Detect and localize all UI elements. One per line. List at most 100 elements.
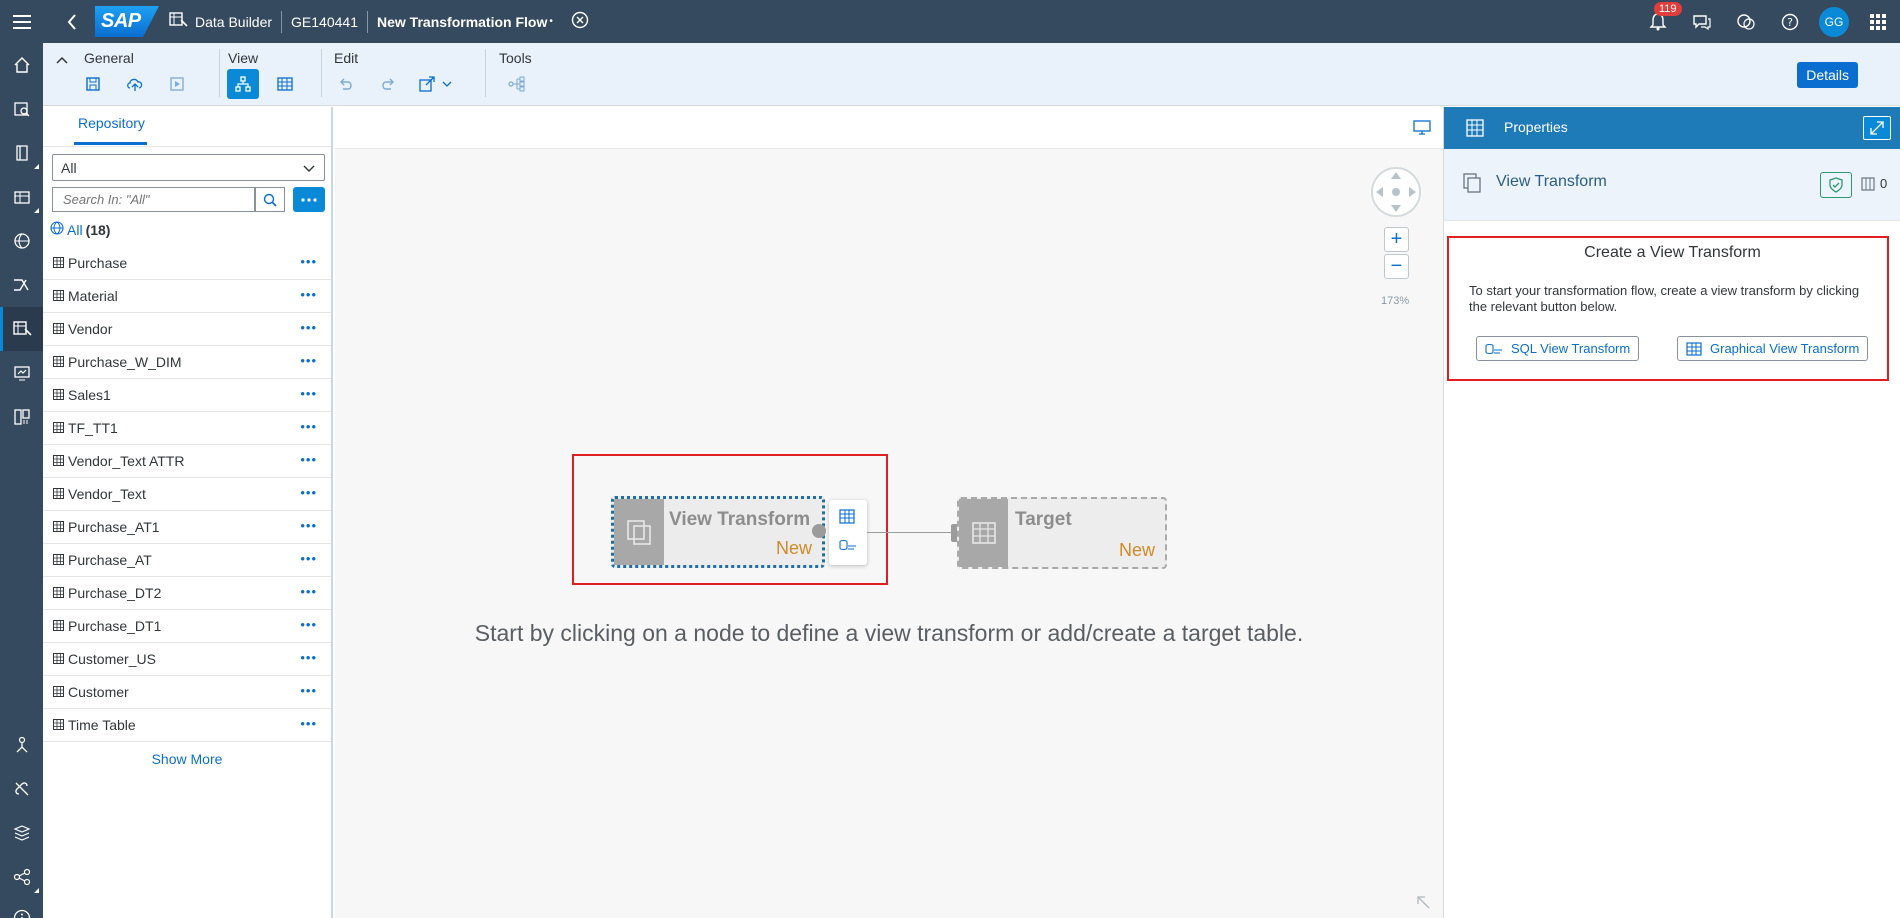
list-item[interactable]: Purchase_AT ••• <box>43 544 331 577</box>
repository-filter-select[interactable]: All <box>52 154 325 181</box>
more-options-icon[interactable]: ••• <box>300 386 317 401</box>
target-node[interactable]: Target New <box>957 497 1167 569</box>
menu-icon[interactable] <box>0 0 43 43</box>
save-icon[interactable] <box>77 69 109 99</box>
list-item-label: Customer <box>68 684 129 700</box>
more-options-icon[interactable]: ••• <box>300 254 317 269</box>
diagram-canvas[interactable]: + − 173% Start by clicking on a node to … <box>335 107 1443 918</box>
more-options-icon[interactable]: ••• <box>300 287 317 302</box>
catalog-search-icon[interactable] <box>0 87 43 131</box>
canvas-header <box>335 107 1443 149</box>
data-access-controls-icon[interactable] <box>0 351 43 395</box>
list-item[interactable]: Purchase_W_DIM ••• <box>43 346 331 379</box>
repository-explorer-icon[interactable] <box>0 131 43 175</box>
more-options-icon[interactable]: ••• <box>300 485 317 500</box>
user-avatar[interactable]: GG <box>1812 0 1856 43</box>
story-icon[interactable] <box>0 395 43 439</box>
graphical-view-transform-button[interactable]: Graphical View Transform <box>1677 336 1869 361</box>
space-name[interactable]: GE140441 <box>291 14 358 30</box>
table-icon <box>53 618 64 634</box>
more-options-icon[interactable]: ••• <box>300 419 317 434</box>
create-view-transform-description: To start your transformation flow, creat… <box>1469 283 1860 314</box>
space-management-icon[interactable] <box>0 811 43 855</box>
feedback-icon[interactable] <box>1680 0 1724 43</box>
sql-view-transform-button[interactable]: SQL View Transform <box>1476 336 1640 361</box>
zoom-in-button[interactable]: + <box>1384 227 1409 252</box>
export-icon[interactable] <box>414 69 458 99</box>
more-options-icon[interactable]: ••• <box>300 617 317 632</box>
share-icon[interactable] <box>0 855 43 899</box>
more-options-icon[interactable]: ••• <box>300 584 317 599</box>
help-icon[interactable]: ? <box>1768 0 1812 43</box>
list-item-label: Purchase <box>68 255 128 271</box>
expand-icon[interactable] <box>1863 116 1891 140</box>
business-builder-icon[interactable] <box>0 219 43 263</box>
list-item[interactable]: Time Table ••• <box>43 709 331 742</box>
more-options-icon[interactable] <box>293 187 325 212</box>
list-item[interactable]: Material ••• <box>43 280 331 313</box>
undo-icon[interactable] <box>330 69 362 99</box>
sap-logo[interactable]: SAP <box>95 6 159 37</box>
diagram-view-icon[interactable] <box>227 69 259 99</box>
list-item[interactable]: Purchase_AT1 ••• <box>43 511 331 544</box>
list-item[interactable]: Sales1 ••• <box>43 379 331 412</box>
validation-icon[interactable] <box>1820 172 1852 198</box>
redo-icon[interactable] <box>372 69 404 99</box>
list-item[interactable]: Purchase_DT1 ••• <box>43 610 331 643</box>
more-options-icon[interactable]: ••• <box>300 320 317 335</box>
more-options-icon[interactable]: ••• <box>300 650 317 665</box>
pan-navigation-control[interactable] <box>1371 167 1421 217</box>
list-item[interactable]: Purchase ••• <box>43 247 331 280</box>
more-options-icon[interactable]: ••• <box>300 683 317 698</box>
canvas-hint: Start by clicking on a node to define a … <box>474 620 1304 646</box>
data-marketplace-icon[interactable] <box>0 175 43 219</box>
monitor-icon[interactable] <box>1413 119 1431 138</box>
table-view-icon[interactable] <box>269 69 301 99</box>
more-options-icon[interactable]: ••• <box>300 551 317 566</box>
all-objects-node[interactable]: All (18) <box>50 221 110 238</box>
show-more-link[interactable]: Show More <box>43 751 331 767</box>
discussion-icon[interactable] <box>1724 0 1768 43</box>
notifications-icon[interactable]: 119 <box>1636 0 1682 43</box>
resize-icon[interactable] <box>1415 894 1431 910</box>
toolbar: General View Edit Tools Details <box>43 43 1900 106</box>
list-item-label: Time Table <box>68 717 136 733</box>
more-options-icon[interactable]: ••• <box>300 518 317 533</box>
deploy-icon[interactable] <box>119 69 151 99</box>
collapse-toolbar-icon[interactable] <box>56 52 68 68</box>
run-icon[interactable] <box>161 69 193 99</box>
list-item[interactable]: Purchase_DT2 ••• <box>43 577 331 610</box>
list-item[interactable]: Customer ••• <box>43 676 331 709</box>
list-item[interactable]: TF_TT1 ••• <box>43 412 331 445</box>
home-icon[interactable] <box>0 43 43 87</box>
close-icon[interactable] <box>571 11 589 32</box>
sql-transform-icon[interactable] <box>839 539 857 556</box>
administration-icon[interactable] <box>0 767 43 811</box>
list-item-label: Purchase_DT2 <box>68 585 162 601</box>
search-icon[interactable] <box>255 187 285 212</box>
more-options-icon[interactable]: ••• <box>300 353 317 368</box>
info-icon[interactable] <box>0 896 43 918</box>
list-item[interactable]: Vendor ••• <box>43 313 331 346</box>
repository-search-input[interactable] <box>52 187 255 212</box>
more-options-icon[interactable]: ••• <box>300 716 317 731</box>
breadcrumb-separator <box>281 10 283 33</box>
repository-panel: Repository All All (18) Purchase•••Mater… <box>43 107 333 918</box>
back-icon[interactable] <box>57 0 87 43</box>
details-button[interactable]: Details <box>1797 62 1858 88</box>
view-transform-node[interactable]: View Transform New <box>611 496 826 568</box>
app-name[interactable]: Data Builder <box>195 14 272 30</box>
list-item[interactable]: Customer_US ••• <box>43 643 331 676</box>
zoom-out-button[interactable]: − <box>1384 254 1409 279</box>
more-options-icon[interactable]: ••• <box>300 452 317 467</box>
product-switch-icon[interactable] <box>1856 0 1900 43</box>
impact-lineage-icon[interactable] <box>501 69 533 99</box>
add-table-icon[interactable] <box>839 509 857 528</box>
list-item[interactable]: Vendor_Text ATTR ••• <box>43 445 331 478</box>
output-port[interactable] <box>812 524 826 538</box>
data-builder-nav-icon[interactable] <box>0 307 43 351</box>
list-item[interactable]: Vendor_Text ••• <box>43 478 331 511</box>
connections-icon[interactable] <box>0 723 43 767</box>
data-integration-icon[interactable] <box>0 263 43 307</box>
tab-repository[interactable]: Repository <box>78 115 145 131</box>
